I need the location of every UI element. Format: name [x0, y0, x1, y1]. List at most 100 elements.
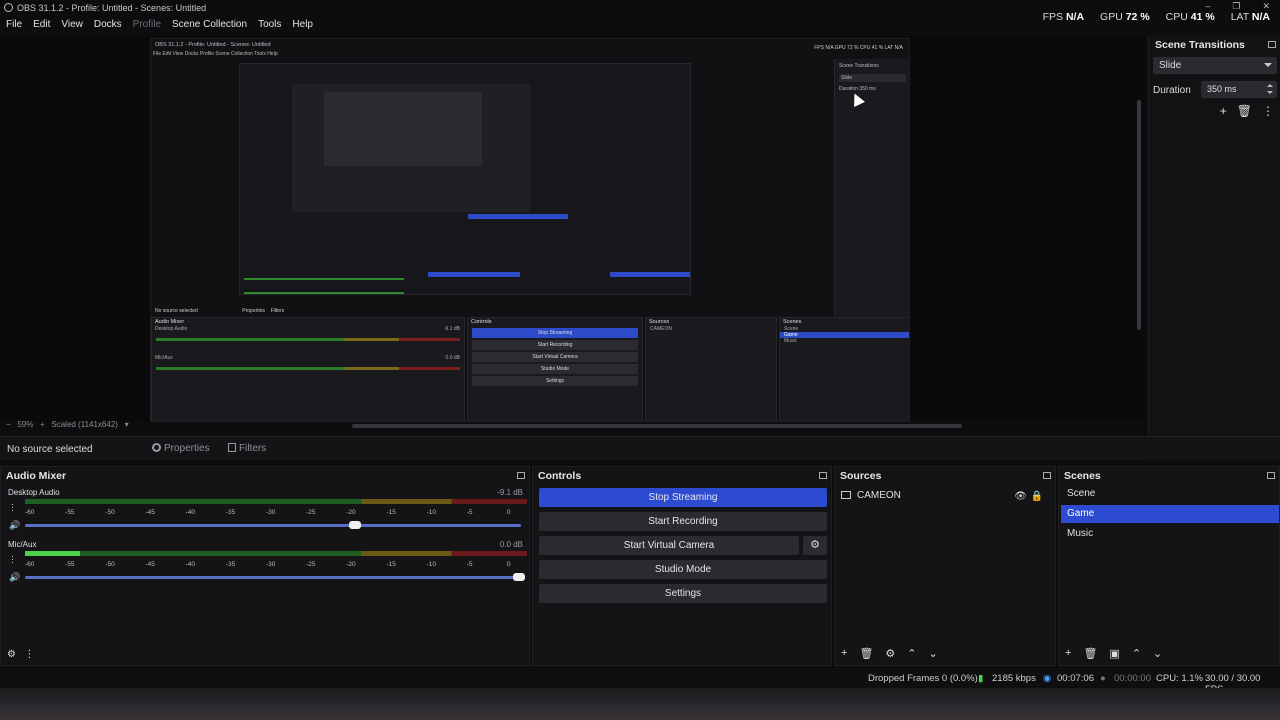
zoom-level: 59%	[17, 420, 34, 429]
volume-meter	[25, 551, 527, 556]
meter-tick-label: -55	[65, 509, 75, 516]
add-transition-icon[interactable]: +	[1220, 104, 1227, 118]
menu-file[interactable]: File	[6, 19, 22, 30]
cpu-stat: CPU 41 %	[1165, 11, 1215, 23]
scenes-title: Scenes	[1064, 470, 1101, 482]
add-scene-icon[interactable]: +	[1065, 647, 1071, 660]
meter-tick-label: -15	[386, 561, 396, 568]
zoom-in-icon[interactable]: +	[40, 420, 45, 429]
remove-transition-icon[interactable]: 🗑	[1237, 104, 1252, 118]
virtual-camera-settings-gear-icon[interactable]: ⚙	[803, 536, 827, 555]
dropped-frames: Dropped Frames 0 (0.0%)	[868, 673, 978, 684]
undock-icon[interactable]	[517, 472, 525, 479]
meter-tick-label: -5	[466, 561, 473, 568]
nested-inner-preview-2	[324, 92, 482, 166]
more-options-icon[interactable]: ⋮	[1262, 104, 1274, 118]
nested-source-toolbar: No source selected Properties Filters	[155, 308, 285, 314]
scene-item-selected[interactable]: Game	[1061, 505, 1279, 523]
program-preview[interactable]: OBS 31.1.2 - Profile: Untitled - Scenes:…	[150, 38, 910, 422]
add-source-icon[interactable]: +	[841, 647, 847, 660]
remove-scene-icon[interactable]: 🗑	[1083, 647, 1097, 660]
duration-spinbox[interactable]: 350 ms	[1201, 81, 1277, 98]
studio-mode-button[interactable]: Studio Mode	[539, 560, 827, 579]
chevron-down-icon[interactable]: ▾	[125, 420, 129, 429]
menu-view[interactable]: View	[61, 19, 83, 30]
scale-mode[interactable]: Scaled (1141x642)	[51, 420, 118, 429]
eye-icon[interactable]: 👁	[1014, 491, 1027, 502]
filters-button[interactable]: Filters	[224, 441, 270, 457]
status-bar: Dropped Frames 0 (0.0%) ▮ 2185 kbps ◉ 00…	[0, 668, 1280, 695]
zoom-out-icon[interactable]: −	[6, 420, 11, 429]
undock-icon[interactable]	[1267, 472, 1275, 479]
menu-scene-collection[interactable]: Scene Collection	[172, 19, 247, 30]
move-up-icon[interactable]: ⌃	[907, 647, 916, 660]
source-properties-gear-icon[interactable]: ⚙	[885, 647, 895, 660]
scene-item[interactable]: Music	[1061, 525, 1279, 543]
menu-docks[interactable]: Docks	[94, 19, 122, 30]
slider-handle[interactable]	[513, 573, 525, 581]
advanced-audio-icon[interactable]: ⚙	[7, 649, 16, 660]
gpu-stat: GPU 72 %	[1100, 11, 1150, 23]
spin-down-icon[interactable]	[1267, 91, 1273, 94]
fps-stat: FPS N/A	[1042, 11, 1085, 23]
volume-slider[interactable]	[25, 521, 521, 529]
preview-vertical-scrollbar[interactable]	[1137, 100, 1141, 330]
menu-tools[interactable]: Tools	[258, 19, 281, 30]
preview-horizontal-scrollbar[interactable]	[352, 424, 962, 428]
spin-up-icon[interactable]	[1267, 84, 1273, 87]
nested-recursive-preview	[239, 63, 691, 295]
meter-tick-label: -35	[225, 561, 236, 568]
channel-menu-icon[interactable]: · · ·	[11, 552, 14, 567]
remove-source-icon[interactable]: 🗑	[859, 647, 873, 660]
bitrate: 2185 kbps	[992, 673, 1036, 684]
meter-tick-label: 0	[506, 561, 511, 568]
cpu-usage: CPU: 1.1%	[1156, 673, 1203, 684]
volume-slider[interactable]	[25, 573, 525, 581]
speaker-icon[interactable]: 🔊	[9, 520, 20, 531]
meter-ticks: -60 -55 -50 -45 -40 -35 -30 -25 -20 -15 -10 -5 0	[25, 561, 527, 571]
record-time: 00:00:00	[1114, 673, 1151, 684]
meter-tick-label: -25	[306, 509, 316, 516]
transition-toolbar: + 🗑 ⋮	[1220, 104, 1274, 118]
nested-scenes: Scenes Scene Game Music	[779, 317, 909, 421]
scene-filters-icon[interactable]: ▣	[1109, 647, 1119, 660]
nested-meter	[244, 292, 404, 294]
menu-profile[interactable]: Profile	[133, 19, 161, 30]
move-down-icon[interactable]: ⌄	[1153, 647, 1162, 660]
undock-icon[interactable]	[1043, 472, 1051, 479]
stop-streaming-button[interactable]: Stop Streaming	[539, 488, 827, 507]
start-virtual-camera-button[interactable]: Start Virtual Camera	[539, 536, 799, 555]
meter-tick-label: -10	[426, 561, 436, 568]
monitor-icon	[841, 491, 851, 499]
settings-button[interactable]: Settings	[539, 584, 827, 603]
source-item[interactable]: CAMEON 👁 🔒	[841, 490, 1051, 506]
meter-tick-label: -45	[145, 561, 155, 568]
lock-icon[interactable]: 🔒	[1031, 491, 1043, 502]
channel-db: -9.1 dB	[497, 488, 523, 497]
meter-tick-label: -60	[25, 509, 35, 516]
chevron-down-icon	[1264, 63, 1272, 67]
move-up-icon[interactable]: ⌃	[1132, 647, 1141, 660]
menu-help[interactable]: Help	[292, 19, 313, 30]
properties-button[interactable]: Properties	[148, 441, 214, 457]
speaker-icon[interactable]: 🔊	[9, 572, 20, 583]
channel-menu-icon[interactable]: · · ·	[11, 500, 14, 515]
channel-name: Desktop Audio	[8, 488, 60, 497]
meter-tick-label: -60	[25, 561, 35, 568]
meter-tick-label: -15	[386, 509, 396, 516]
undock-icon[interactable]	[1268, 41, 1276, 48]
nested-controls: Controls Stop Streaming Start Recording …	[467, 317, 643, 421]
undock-icon[interactable]	[819, 472, 827, 479]
slider-handle[interactable]	[349, 521, 362, 529]
more-options-icon[interactable]: ⋮	[24, 649, 34, 660]
filter-icon	[228, 443, 236, 452]
start-recording-button[interactable]: Start Recording	[539, 512, 827, 531]
move-down-icon[interactable]: ⌄	[929, 647, 938, 660]
menu-edit[interactable]: Edit	[33, 19, 50, 30]
meter-tick-label: -25	[306, 561, 316, 568]
audio-mixer-dock: Audio Mixer Desktop Audio -9.1 dB · · · -6…	[0, 466, 530, 666]
scene-transitions-title: Scene Transitions	[1155, 39, 1245, 51]
transition-select[interactable]: Slide	[1153, 57, 1277, 74]
scene-item[interactable]: Scene	[1061, 485, 1279, 503]
nested-blue-bar	[468, 214, 568, 219]
